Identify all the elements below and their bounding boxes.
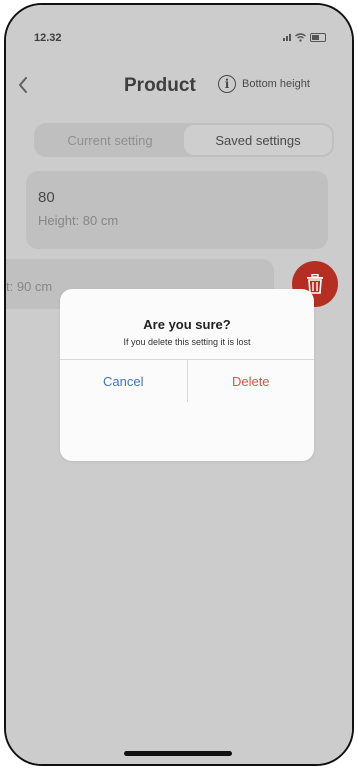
dialog-message: If you delete this setting it is lost <box>123 337 251 347</box>
confirm-delete-dialog: Are you sure? If you delete this setting… <box>60 289 314 461</box>
app-screen: 12.32 Product i Bottom height Current se… <box>6 5 352 764</box>
dialog-actions: Cancel Delete <box>60 360 314 402</box>
dialog-box: Are you sure? If you delete this setting… <box>60 289 314 461</box>
phone-frame: 12.32 Product i Bottom height Current se… <box>4 3 354 766</box>
home-indicator[interactable] <box>124 751 232 756</box>
dialog-title: Are you sure? <box>143 317 231 332</box>
delete-button[interactable]: Delete <box>186 360 315 402</box>
cancel-button[interactable]: Cancel <box>60 360 187 402</box>
